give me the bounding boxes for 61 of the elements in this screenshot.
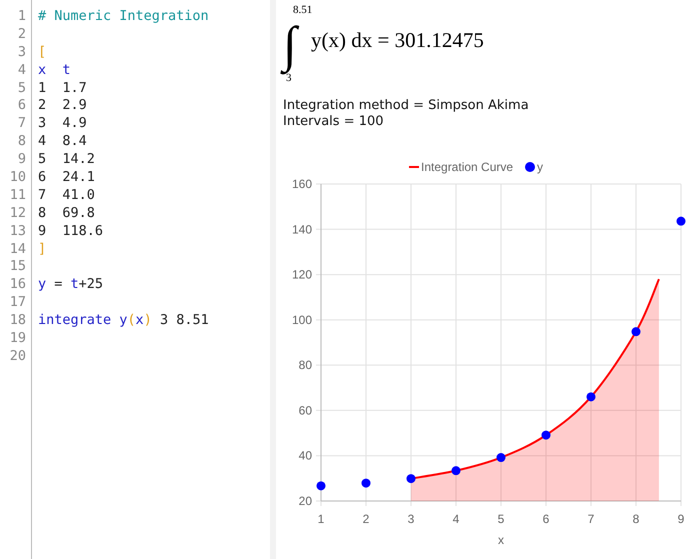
tick-label: 1 bbox=[318, 512, 324, 526]
tick-label: 120 bbox=[292, 268, 312, 282]
code-line: y = t+25 bbox=[38, 276, 104, 294]
line-number: 4 bbox=[18, 62, 27, 80]
line-number: 20 bbox=[10, 348, 27, 366]
code-line: 7 41.0 bbox=[38, 186, 96, 205]
tick-label: 6 bbox=[542, 512, 550, 526]
code-line: 2 2.9 bbox=[38, 97, 88, 116]
result-text: Intervals = 100 bbox=[283, 114, 385, 130]
line-number: 3 bbox=[18, 44, 27, 62]
line-number: 8 bbox=[18, 133, 27, 152]
line-number: 15 bbox=[10, 258, 27, 276]
tick-label: 9 bbox=[678, 512, 684, 526]
line-number: 12 bbox=[10, 204, 27, 223]
legend-label[interactable]: Integration Curve bbox=[421, 160, 514, 174]
tick-label: 2 bbox=[362, 512, 370, 526]
line-number: 6 bbox=[18, 97, 27, 116]
result-text: Integration method = Simpson Akima bbox=[283, 98, 530, 114]
code-line: 1 1.7 bbox=[38, 80, 88, 98]
line-number: 2 bbox=[18, 26, 27, 44]
code-line: integrate y(x) 3 8.51 bbox=[38, 312, 210, 330]
tick-label: 80 bbox=[298, 358, 312, 372]
line-number: 14 bbox=[10, 240, 27, 258]
lower-limit: 3 bbox=[286, 72, 292, 84]
tick-label: 40 bbox=[298, 448, 312, 463]
line-number: 7 bbox=[18, 115, 27, 134]
line-number: 19 bbox=[10, 330, 27, 348]
legend-label[interactable]: y bbox=[537, 160, 543, 174]
tick-label: 4 bbox=[452, 512, 460, 526]
line-number: 9 bbox=[18, 151, 27, 170]
code-line: [ bbox=[38, 44, 48, 62]
line-number: 18 bbox=[10, 312, 27, 330]
tick-label: 5 bbox=[498, 512, 504, 526]
tick-label: 3 bbox=[408, 512, 414, 526]
tick-label: 7 bbox=[588, 512, 594, 526]
code-line: x t bbox=[38, 62, 72, 80]
line-number: 5 bbox=[18, 80, 27, 98]
code-line: 3 4.9 bbox=[38, 115, 88, 134]
code-line: 6 24.1 bbox=[38, 169, 96, 187]
line-number: 13 bbox=[10, 222, 27, 241]
tick-label: 20 bbox=[298, 494, 312, 508]
code-line: ] bbox=[38, 240, 48, 258]
code-line: 9 118.6 bbox=[38, 222, 104, 241]
tick-label: 100 bbox=[292, 312, 312, 327]
tick-label: 140 bbox=[292, 222, 312, 236]
tick-label: 160 bbox=[292, 177, 312, 191]
integral-expression: y(x) dx = 301.12475 bbox=[311, 28, 484, 52]
code-line: 4 8.4 bbox=[38, 133, 88, 152]
line-number: 11 bbox=[10, 186, 27, 205]
code-line: # Numeric Integration bbox=[38, 8, 210, 26]
line-number: 17 bbox=[10, 294, 27, 312]
line-number: 16 bbox=[10, 276, 27, 294]
axis-title: x bbox=[498, 533, 504, 547]
tick-label: 60 bbox=[298, 403, 312, 418]
code-line: 8 69.8 bbox=[38, 204, 96, 223]
tick-label: 8 bbox=[632, 512, 640, 526]
line-number: 10 bbox=[10, 169, 27, 187]
upper-limit: 8.51 bbox=[292, 4, 312, 16]
integral-sign: ∫ bbox=[283, 16, 297, 72]
line-number: 1 bbox=[18, 8, 27, 26]
code-line: 5 14.2 bbox=[38, 151, 96, 170]
